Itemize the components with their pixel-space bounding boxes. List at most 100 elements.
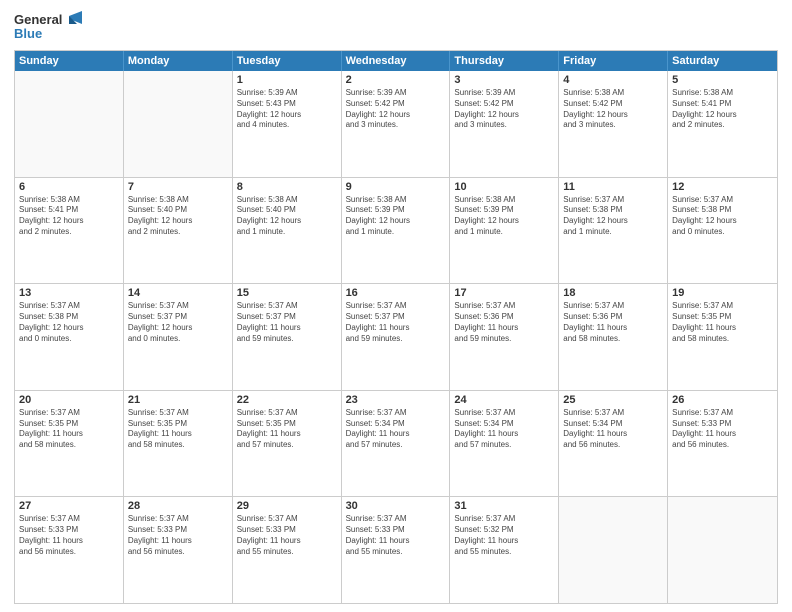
calendar-row-5: 27Sunrise: 5:37 AM Sunset: 5:33 PM Dayli… — [15, 496, 777, 603]
day-number: 6 — [19, 181, 119, 193]
calendar-cell: 2Sunrise: 5:39 AM Sunset: 5:42 PM Daylig… — [342, 71, 451, 177]
day-number: 26 — [672, 394, 773, 406]
day-number: 3 — [454, 74, 554, 86]
day-number: 20 — [19, 394, 119, 406]
calendar-cell: 23 Sunrise: 5:37 AM Sunset: 5:34 PM Dayli… — [342, 391, 451, 497]
weekday-header-saturday: Saturday — [668, 51, 777, 71]
day-number: 31 — [454, 500, 554, 512]
day-info: Sunrise: 5:37 AM Sunset: 5:38 PM Dayligh… — [19, 301, 119, 344]
day-info: Sunrise: 5:39 AM Sunset: 5:43 PM Dayligh… — [237, 88, 337, 131]
day-info: Sunrise: 5:37 AM Sunset: 5:33 PM Dayligh… — [19, 514, 119, 557]
day-info: Sunrise: 5:37 AM Sunset: 5:37 PM Dayligh… — [237, 301, 337, 344]
calendar-cell: 30 Sunrise: 5:37 AM Sunset: 5:33 PM Dayli… — [342, 497, 451, 603]
day-number: 5 — [672, 74, 773, 86]
day-number: 22 — [237, 394, 337, 406]
calendar-cell — [559, 497, 668, 603]
calendar-cell: 13 Sunrise: 5:37 AM Sunset: 5:38 PM Dayli… — [15, 284, 124, 390]
day-number: 17 — [454, 287, 554, 299]
day-info: Sunrise: 5:37 AM Sunset: 5:33 PM Dayligh… — [346, 514, 446, 557]
day-info: Sunrise: 5:37 AM Sunset: 5:35 PM Dayligh… — [19, 408, 119, 451]
day-info: Sunrise: 5:38 AM Sunset: 5:40 PM Dayligh… — [128, 195, 228, 238]
calendar-cell: 17 Sunrise: 5:37 AM Sunset: 5:36 PM Dayli… — [450, 284, 559, 390]
header: GeneralBlue — [14, 10, 778, 44]
day-number: 25 — [563, 394, 663, 406]
day-info: Sunrise: 5:37 AM Sunset: 5:34 PM Dayligh… — [454, 408, 554, 451]
calendar-row-2: 6Sunrise: 5:38 AM Sunset: 5:41 PM Daylig… — [15, 177, 777, 284]
calendar-cell: 31 Sunrise: 5:37 AM Sunset: 5:32 PM Dayli… — [450, 497, 559, 603]
day-number: 30 — [346, 500, 446, 512]
day-number: 9 — [346, 181, 446, 193]
calendar-cell: 15 Sunrise: 5:37 AM Sunset: 5:37 PM Dayli… — [233, 284, 342, 390]
calendar-cell: 14 Sunrise: 5:37 AM Sunset: 5:37 PM Dayli… — [124, 284, 233, 390]
weekday-header-thursday: Thursday — [450, 51, 559, 71]
day-info: Sunrise: 5:38 AM Sunset: 5:41 PM Dayligh… — [672, 88, 773, 131]
calendar-body: 1 Sunrise: 5:39 AM Sunset: 5:43 PM Daylig… — [15, 71, 777, 603]
day-number: 21 — [128, 394, 228, 406]
calendar-cell: 16Sunrise: 5:37 AM Sunset: 5:37 PM Dayli… — [342, 284, 451, 390]
calendar-cell: 25 Sunrise: 5:37 AM Sunset: 5:34 PM Dayli… — [559, 391, 668, 497]
day-info: Sunrise: 5:37 AM Sunset: 5:38 PM Dayligh… — [563, 195, 663, 238]
calendar-header: SundayMondayTuesdayWednesdayThursdayFrid… — [15, 51, 777, 71]
logo: GeneralBlue — [14, 10, 84, 44]
day-info: Sunrise: 5:38 AM Sunset: 5:40 PM Dayligh… — [237, 195, 337, 238]
day-number: 28 — [128, 500, 228, 512]
calendar-cell: 8 Sunrise: 5:38 AM Sunset: 5:40 PM Daylig… — [233, 178, 342, 284]
day-number: 16 — [346, 287, 446, 299]
day-info: Sunrise: 5:39 AM Sunset: 5:42 PM Dayligh… — [454, 88, 554, 131]
weekday-header-sunday: Sunday — [15, 51, 124, 71]
calendar-cell — [15, 71, 124, 177]
calendar-cell: 19 Sunrise: 5:37 AM Sunset: 5:35 PM Dayli… — [668, 284, 777, 390]
day-info: Sunrise: 5:37 AM Sunset: 5:34 PM Dayligh… — [563, 408, 663, 451]
day-number: 18 — [563, 287, 663, 299]
calendar-cell: 20 Sunrise: 5:37 AM Sunset: 5:35 PM Dayli… — [15, 391, 124, 497]
calendar-cell: 21 Sunrise: 5:37 AM Sunset: 5:35 PM Dayli… — [124, 391, 233, 497]
calendar-cell: 12 Sunrise: 5:37 AM Sunset: 5:38 PM Dayli… — [668, 178, 777, 284]
calendar-cell: 11 Sunrise: 5:37 AM Sunset: 5:38 PM Dayli… — [559, 178, 668, 284]
day-info: Sunrise: 5:37 AM Sunset: 5:36 PM Dayligh… — [563, 301, 663, 344]
calendar-cell — [124, 71, 233, 177]
day-number: 8 — [237, 181, 337, 193]
day-number: 10 — [454, 181, 554, 193]
calendar-row-3: 13 Sunrise: 5:37 AM Sunset: 5:38 PM Dayli… — [15, 283, 777, 390]
day-number: 19 — [672, 287, 773, 299]
calendar-cell — [668, 497, 777, 603]
weekday-header-monday: Monday — [124, 51, 233, 71]
day-number: 14 — [128, 287, 228, 299]
day-number: 12 — [672, 181, 773, 193]
weekday-header-friday: Friday — [559, 51, 668, 71]
day-info: Sunrise: 5:38 AM Sunset: 5:39 PM Dayligh… — [454, 195, 554, 238]
day-info: Sunrise: 5:37 AM Sunset: 5:35 PM Dayligh… — [128, 408, 228, 451]
day-info: Sunrise: 5:37 AM Sunset: 5:37 PM Dayligh… — [128, 301, 228, 344]
calendar-cell: 10 Sunrise: 5:38 AM Sunset: 5:39 PM Dayli… — [450, 178, 559, 284]
weekday-header-tuesday: Tuesday — [233, 51, 342, 71]
calendar-cell: 4Sunrise: 5:38 AM Sunset: 5:42 PM Daylig… — [559, 71, 668, 177]
calendar-cell: 26Sunrise: 5:37 AM Sunset: 5:33 PM Dayli… — [668, 391, 777, 497]
day-number: 2 — [346, 74, 446, 86]
day-info: Sunrise: 5:37 AM Sunset: 5:38 PM Dayligh… — [672, 195, 773, 238]
day-number: 1 — [237, 74, 337, 86]
svg-text:General: General — [14, 12, 62, 27]
day-number: 24 — [454, 394, 554, 406]
day-info: Sunrise: 5:37 AM Sunset: 5:36 PM Dayligh… — [454, 301, 554, 344]
day-number: 11 — [563, 181, 663, 193]
calendar-cell: 1 Sunrise: 5:39 AM Sunset: 5:43 PM Daylig… — [233, 71, 342, 177]
calendar-cell: 9 Sunrise: 5:38 AM Sunset: 5:39 PM Daylig… — [342, 178, 451, 284]
weekday-header-wednesday: Wednesday — [342, 51, 451, 71]
calendar-cell: 7Sunrise: 5:38 AM Sunset: 5:40 PM Daylig… — [124, 178, 233, 284]
calendar-row-4: 20 Sunrise: 5:37 AM Sunset: 5:35 PM Dayli… — [15, 390, 777, 497]
day-number: 4 — [563, 74, 663, 86]
day-info: Sunrise: 5:37 AM Sunset: 5:32 PM Dayligh… — [454, 514, 554, 557]
day-info: Sunrise: 5:37 AM Sunset: 5:35 PM Dayligh… — [672, 301, 773, 344]
calendar: SundayMondayTuesdayWednesdayThursdayFrid… — [14, 50, 778, 604]
day-number: 13 — [19, 287, 119, 299]
day-info: Sunrise: 5:38 AM Sunset: 5:39 PM Dayligh… — [346, 195, 446, 238]
calendar-cell: 28Sunrise: 5:37 AM Sunset: 5:33 PM Dayli… — [124, 497, 233, 603]
day-number: 15 — [237, 287, 337, 299]
svg-text:Blue: Blue — [14, 26, 42, 41]
day-number: 23 — [346, 394, 446, 406]
day-info: Sunrise: 5:37 AM Sunset: 5:34 PM Dayligh… — [346, 408, 446, 451]
calendar-cell: 27Sunrise: 5:37 AM Sunset: 5:33 PM Dayli… — [15, 497, 124, 603]
calendar-cell: 6Sunrise: 5:38 AM Sunset: 5:41 PM Daylig… — [15, 178, 124, 284]
day-number: 29 — [237, 500, 337, 512]
calendar-cell: 5 Sunrise: 5:38 AM Sunset: 5:41 PM Daylig… — [668, 71, 777, 177]
